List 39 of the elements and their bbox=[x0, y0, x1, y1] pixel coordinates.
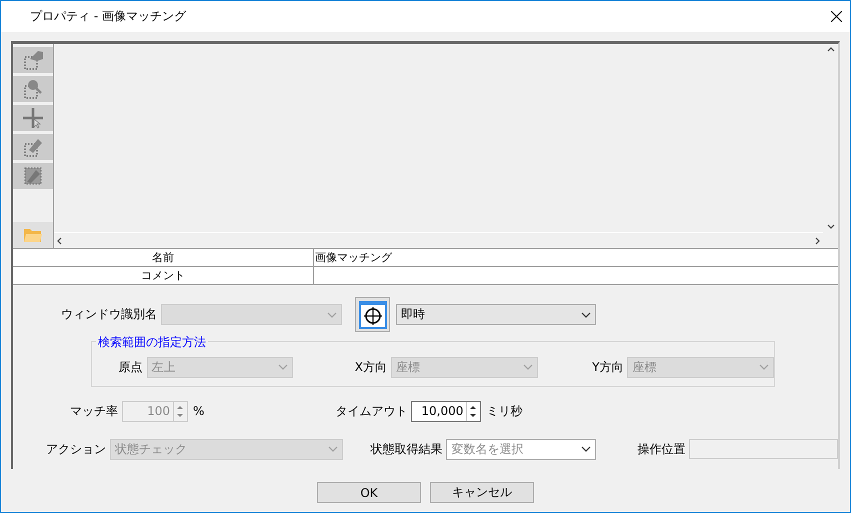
variable-dropdown[interactable]: 変数名を選択 bbox=[446, 438, 596, 460]
pen-selection-icon bbox=[22, 165, 44, 187]
group-title: 検索範囲の指定方法 bbox=[96, 334, 208, 351]
crosshair-cursor-icon bbox=[22, 107, 44, 129]
selection-zoom-icon bbox=[22, 78, 44, 100]
unit-label: % bbox=[192, 404, 204, 418]
field-label: Y方向 bbox=[591, 358, 624, 376]
selection-hand-icon bbox=[22, 49, 44, 71]
cancel-button[interactable]: キャンセル bbox=[430, 482, 534, 503]
chevron-down-icon bbox=[278, 364, 288, 370]
ok-button[interactable]: OK bbox=[317, 482, 421, 503]
chevron-down-icon bbox=[758, 364, 769, 370]
field-label: アクション bbox=[45, 440, 108, 458]
chevron-down-icon bbox=[581, 312, 591, 318]
scroll-left-icon[interactable] bbox=[57, 236, 62, 244]
scroll-up-icon[interactable] bbox=[826, 47, 834, 52]
field-label: ウィンドウ識別名 bbox=[60, 306, 158, 323]
field-label: マッチ率 bbox=[69, 402, 119, 420]
scroll-down-icon[interactable] bbox=[826, 224, 834, 229]
close-icon[interactable] bbox=[831, 11, 842, 22]
chevron-down-icon bbox=[581, 446, 592, 452]
chevron-down-icon bbox=[328, 446, 338, 452]
selection-pen-icon bbox=[22, 136, 44, 158]
timeout-spinbox[interactable]: 10,000 bbox=[411, 400, 482, 422]
chevron-down-icon bbox=[522, 364, 533, 370]
folder-icon bbox=[23, 226, 43, 244]
field-label: 原点 bbox=[118, 358, 144, 376]
unit-label: ミリ秒 bbox=[485, 402, 522, 420]
window-target-button[interactable] bbox=[355, 297, 390, 332]
field-label: X方向 bbox=[354, 358, 388, 376]
scroll-right-icon[interactable] bbox=[815, 236, 820, 244]
property-value[interactable]: 画像マッチング bbox=[314, 249, 838, 266]
field-label: 状態取得結果 bbox=[369, 440, 444, 458]
property-name: コメント bbox=[13, 267, 314, 284]
window-crosshair-icon bbox=[358, 300, 388, 330]
field-label: タイムアウト bbox=[334, 402, 408, 420]
window-title: プロパティ - 画像マッチング bbox=[30, 8, 188, 25]
field-label: 操作位置 bbox=[636, 440, 686, 458]
chevron-down-icon bbox=[327, 312, 337, 318]
